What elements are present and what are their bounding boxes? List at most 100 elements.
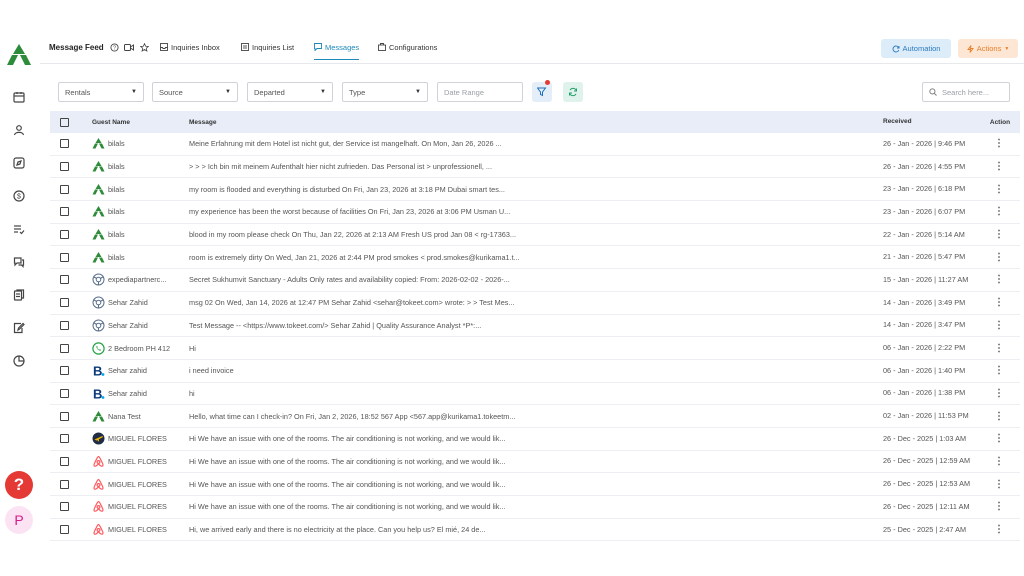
table-row[interactable]: MIGUEL FLORES Hi We have an issue with on… <box>50 428 1020 451</box>
table-row[interactable]: bilals Meine Erfahrung mit dem Hotel ist … <box>50 133 1020 156</box>
table-row[interactable]: expediapartnerc... Secret Sukhumvit Sanct… <box>50 269 1020 292</box>
row-checkbox[interactable] <box>60 275 69 285</box>
more-options-icon[interactable]: ⋮ <box>994 388 1004 399</box>
checklist-icon[interactable] <box>12 222 26 236</box>
users-icon[interactable] <box>12 123 26 137</box>
table-row[interactable]: bilals my experience has been the worst b… <box>50 201 1020 224</box>
table-row[interactable]: MIGUEL FLORES Hi We have an issue with on… <box>50 473 1020 496</box>
table-row[interactable]: bilals my room is flooded and everything … <box>50 178 1020 202</box>
filter-button[interactable] <box>532 80 552 102</box>
column-guest[interactable]: Guest Name <box>92 119 184 126</box>
more-options-icon[interactable]: ⋮ <box>994 501 1004 512</box>
more-options-icon[interactable]: ⋮ <box>994 320 1004 331</box>
more-options-icon[interactable]: ⋮ <box>994 365 1004 376</box>
tab-inquiries-list[interactable]: Inquiries List <box>241 43 294 60</box>
message-preview[interactable]: my experience has been the worst because… <box>189 207 559 216</box>
message-preview[interactable]: Hi We have an issue with one of the room… <box>189 502 559 511</box>
message-preview[interactable]: room is extremely dirty On Wed, Jan 21, … <box>189 253 559 262</box>
message-preview[interactable]: Hi We have an issue with one of the room… <box>189 434 559 443</box>
guest-cell[interactable]: bilals <box>92 228 184 241</box>
table-row[interactable]: MIGUEL FLORES Hi, we arrived early and th… <box>50 519 1020 542</box>
documents-icon[interactable] <box>12 288 26 302</box>
more-options-icon[interactable]: ⋮ <box>994 524 1004 535</box>
message-preview[interactable]: my room is flooded and everything is dis… <box>189 185 559 194</box>
type-select[interactable]: Type ▼ <box>342 82 428 102</box>
column-received[interactable]: Received <box>883 117 983 127</box>
more-options-icon[interactable]: ⋮ <box>994 229 1004 240</box>
row-checkbox[interactable] <box>60 252 69 262</box>
row-checkbox[interactable] <box>60 479 69 489</box>
message-preview[interactable]: hi <box>189 389 559 398</box>
message-preview[interactable]: i need invoice <box>189 366 559 375</box>
guest-cell[interactable]: 2 Bedroom PH 412 <box>92 341 184 355</box>
message-preview[interactable]: > > > Ich bin mit meinem Aufenthalt hier… <box>189 162 559 171</box>
table-row[interactable]: MIGUEL FLORES Hi We have an issue with on… <box>50 496 1020 519</box>
table-row[interactable]: bilals blood in my room please check On T… <box>50 224 1020 247</box>
row-checkbox[interactable] <box>60 230 69 240</box>
guest-cell[interactable]: MIGUEL FLORES <box>92 500 184 513</box>
message-preview[interactable]: Hello, what time can I check-in? On Fri,… <box>189 412 559 421</box>
row-checkbox[interactable] <box>60 366 69 376</box>
message-preview[interactable]: Hi We have an issue with one of the room… <box>189 480 559 489</box>
edit-icon[interactable] <box>12 321 26 335</box>
tab-configurations[interactable]: Configurations <box>378 43 437 60</box>
message-preview[interactable]: Secret Sukhumvit Sanctuary - Adults Only… <box>189 275 559 284</box>
table-row[interactable]: 2 Bedroom PH 412 Hi 06 - Jan - 2026 | 2:22… <box>50 337 1020 360</box>
more-options-icon[interactable]: ⋮ <box>994 479 1004 490</box>
pie-chart-icon[interactable] <box>12 354 26 368</box>
date-range-input[interactable]: Date Range <box>437 82 523 102</box>
row-checkbox[interactable] <box>60 139 69 149</box>
table-row[interactable]: Sehar Zahid Test Message -- <https://www.… <box>50 315 1020 338</box>
row-checkbox[interactable] <box>60 388 69 398</box>
message-preview[interactable]: Hi, we arrived early and there is no ele… <box>189 525 559 534</box>
row-checkbox[interactable] <box>60 162 69 172</box>
dollar-icon[interactable]: $ <box>12 189 26 203</box>
row-checkbox[interactable] <box>60 502 69 512</box>
tab-inquiries-inbox[interactable]: Inquiries Inbox <box>160 43 220 60</box>
row-checkbox[interactable] <box>60 184 69 194</box>
more-options-icon[interactable]: ⋮ <box>994 411 1004 422</box>
messages-icon[interactable] <box>12 255 26 269</box>
more-options-icon[interactable]: ⋮ <box>994 252 1004 263</box>
automation-button[interactable]: Automation <box>881 39 951 58</box>
select-all-checkbox[interactable] <box>60 117 69 127</box>
guest-cell[interactable]: bilals <box>92 251 184 264</box>
row-checkbox[interactable] <box>60 456 69 466</box>
more-options-icon[interactable]: ⋮ <box>994 274 1004 285</box>
avatar[interactable]: P <box>5 506 33 534</box>
table-row[interactable]: Nana Test Hello, what time can I check-in… <box>50 405 1020 428</box>
row-checkbox[interactable] <box>60 411 69 421</box>
row-checkbox[interactable] <box>60 525 69 535</box>
guest-cell[interactable]: MIGUEL FLORES <box>92 432 184 445</box>
row-checkbox[interactable] <box>60 343 69 353</box>
help-circle-icon[interactable]: ? <box>109 42 119 52</box>
message-preview[interactable]: msg 02 On Wed, Jan 14, 2026 at 12:47 PM … <box>189 298 559 307</box>
guest-cell[interactable]: bilals <box>92 205 184 218</box>
more-options-icon[interactable]: ⋮ <box>994 456 1004 467</box>
guest-cell[interactable]: bilals <box>92 137 184 150</box>
guest-cell[interactable]: MIGUEL FLORES <box>92 478 184 491</box>
calendar-icon[interactable] <box>12 90 26 104</box>
table-row[interactable]: B Sehar zahid hi 06 - Jan - 2026 | 1:38 PM ⋮ <box>50 383 1020 406</box>
guest-cell[interactable]: B Sehar zahid <box>92 364 184 377</box>
tokeet-logo[interactable] <box>6 42 32 68</box>
guest-cell[interactable]: MIGUEL FLORES <box>92 523 184 536</box>
message-preview[interactable]: Test Message -- <https://www.tokeet.com/… <box>189 321 559 330</box>
more-options-icon[interactable]: ⋮ <box>994 343 1004 354</box>
message-preview[interactable]: Hi <box>189 344 559 353</box>
video-icon[interactable] <box>124 42 134 52</box>
guest-cell[interactable]: bilals <box>92 183 184 196</box>
compass-icon[interactable] <box>12 156 26 170</box>
guest-cell[interactable]: bilals <box>92 160 184 173</box>
source-select[interactable]: Source ▼ <box>152 82 238 102</box>
actions-button[interactable]: Actions ▼ <box>958 39 1018 58</box>
more-options-icon[interactable]: ⋮ <box>994 297 1004 308</box>
row-checkbox[interactable] <box>60 320 69 330</box>
more-options-icon[interactable]: ⋮ <box>994 138 1004 149</box>
guest-cell[interactable]: MIGUEL FLORES <box>92 455 184 468</box>
help-button[interactable]: ? <box>5 471 33 499</box>
table-row[interactable]: B Sehar zahid i need invoice 06 - Jan - 202… <box>50 360 1020 383</box>
table-row[interactable]: bilals room is extremely dirty On Wed, Ja… <box>50 246 1020 270</box>
row-checkbox[interactable] <box>60 434 69 444</box>
row-checkbox[interactable] <box>60 298 69 308</box>
